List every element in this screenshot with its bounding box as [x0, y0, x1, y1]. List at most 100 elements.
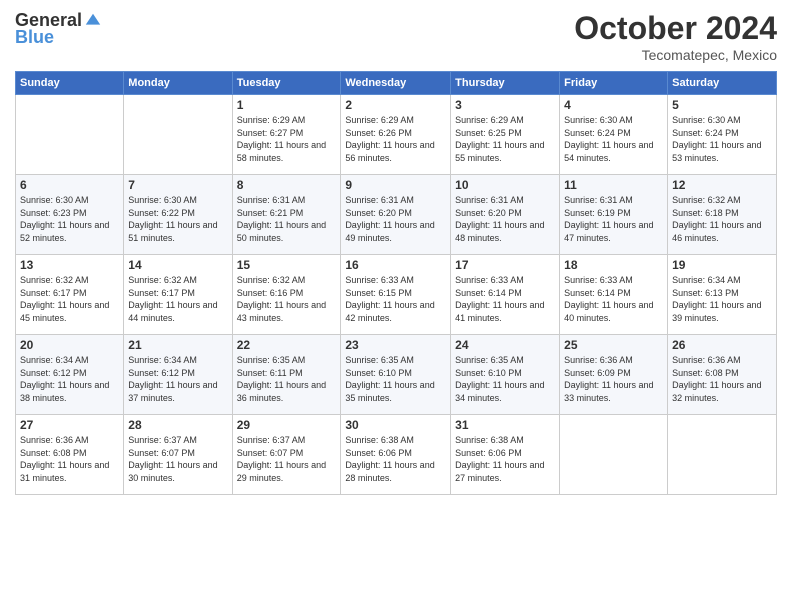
day-info: Sunrise: 6:38 AM Sunset: 6:06 PM Dayligh…: [345, 434, 446, 484]
page: General Blue October 2024 Tecomatepec, M…: [0, 0, 792, 612]
day-number: 23: [345, 338, 446, 352]
weekday-header-wednesday: Wednesday: [341, 72, 451, 95]
calendar-cell: 31 Sunrise: 6:38 AM Sunset: 6:06 PM Dayli…: [451, 415, 560, 495]
calendar-cell: 4 Sunrise: 6:30 AM Sunset: 6:24 PM Daylig…: [560, 95, 668, 175]
calendar-cell: 17 Sunrise: 6:33 AM Sunset: 6:14 PM Dayli…: [451, 255, 560, 335]
day-info: Sunrise: 6:32 AM Sunset: 6:17 PM Dayligh…: [20, 274, 119, 324]
weekday-header-tuesday: Tuesday: [232, 72, 341, 95]
day-number: 14: [128, 258, 227, 272]
calendar-cell: 5 Sunrise: 6:30 AM Sunset: 6:24 PM Daylig…: [668, 95, 777, 175]
calendar-cell: 7Sunrise: 6:30 AM Sunset: 6:22 PM Daylig…: [124, 175, 232, 255]
day-number: 27: [20, 418, 119, 432]
weekday-header-row: SundayMondayTuesdayWednesdayThursdayFrid…: [16, 72, 777, 95]
calendar-cell: 16Sunrise: 6:33 AM Sunset: 6:15 PM Dayli…: [341, 255, 451, 335]
title-area: October 2024 Tecomatepec, Mexico: [574, 10, 777, 63]
month-title: October 2024: [574, 10, 777, 47]
day-info: Sunrise: 6:32 AM Sunset: 6:17 PM Dayligh…: [128, 274, 227, 324]
calendar-cell: 18 Sunrise: 6:33 AM Sunset: 6:14 PM Dayli…: [560, 255, 668, 335]
day-number: 3: [455, 98, 555, 112]
day-number: 12: [672, 178, 772, 192]
day-number: 2: [345, 98, 446, 112]
day-info: Sunrise: 6:35 AM Sunset: 6:11 PM Dayligh…: [237, 354, 337, 404]
day-number: 28: [128, 418, 227, 432]
calendar-cell: 2 Sunrise: 6:29 AM Sunset: 6:26 PM Daylig…: [341, 95, 451, 175]
day-info: Sunrise: 6:31 AM Sunset: 6:20 PM Dayligh…: [455, 194, 555, 244]
day-info: Sunrise: 6:38 AM Sunset: 6:06 PM Dayligh…: [455, 434, 555, 484]
day-info: Sunrise: 6:36 AM Sunset: 6:09 PM Dayligh…: [564, 354, 663, 404]
day-info: Sunrise: 6:32 AM Sunset: 6:18 PM Dayligh…: [672, 194, 772, 244]
calendar-cell: [560, 415, 668, 495]
day-info: Sunrise: 6:30 AM Sunset: 6:22 PM Dayligh…: [128, 194, 227, 244]
calendar-cell: 23 Sunrise: 6:35 AM Sunset: 6:10 PM Dayli…: [341, 335, 451, 415]
day-number: 22: [237, 338, 337, 352]
day-number: 10: [455, 178, 555, 192]
day-number: 17: [455, 258, 555, 272]
calendar-cell: 9 Sunrise: 6:31 AM Sunset: 6:20 PM Daylig…: [341, 175, 451, 255]
day-number: 13: [20, 258, 119, 272]
calendar-cell: 14 Sunrise: 6:32 AM Sunset: 6:17 PM Dayli…: [124, 255, 232, 335]
day-number: 25: [564, 338, 663, 352]
calendar-cell: 28 Sunrise: 6:37 AM Sunset: 6:07 PM Dayli…: [124, 415, 232, 495]
day-number: 11: [564, 178, 663, 192]
calendar-week-row: 13 Sunrise: 6:32 AM Sunset: 6:17 PM Dayli…: [16, 255, 777, 335]
day-info: Sunrise: 6:33 AM Sunset: 6:14 PM Dayligh…: [564, 274, 663, 324]
day-number: 29: [237, 418, 337, 432]
calendar-cell: 11Sunrise: 6:31 AM Sunset: 6:19 PM Dayli…: [560, 175, 668, 255]
calendar-cell: 26 Sunrise: 6:36 AM Sunset: 6:08 PM Dayli…: [668, 335, 777, 415]
logo-area: General Blue: [15, 10, 102, 48]
day-info: Sunrise: 6:30 AM Sunset: 6:24 PM Dayligh…: [564, 114, 663, 164]
calendar-cell: 24 Sunrise: 6:35 AM Sunset: 6:10 PM Dayli…: [451, 335, 560, 415]
day-info: Sunrise: 6:34 AM Sunset: 6:12 PM Dayligh…: [20, 354, 119, 404]
day-number: 9: [345, 178, 446, 192]
weekday-header-thursday: Thursday: [451, 72, 560, 95]
calendar-cell: 8Sunrise: 6:31 AM Sunset: 6:21 PM Daylig…: [232, 175, 341, 255]
logo-icon: [84, 12, 102, 30]
day-info: Sunrise: 6:32 AM Sunset: 6:16 PM Dayligh…: [237, 274, 337, 324]
day-info: Sunrise: 6:33 AM Sunset: 6:14 PM Dayligh…: [455, 274, 555, 324]
calendar-week-row: 20Sunrise: 6:34 AM Sunset: 6:12 PM Dayli…: [16, 335, 777, 415]
day-info: Sunrise: 6:35 AM Sunset: 6:10 PM Dayligh…: [455, 354, 555, 404]
day-number: 18: [564, 258, 663, 272]
day-number: 4: [564, 98, 663, 112]
day-info: Sunrise: 6:29 AM Sunset: 6:26 PM Dayligh…: [345, 114, 446, 164]
calendar-cell: 12 Sunrise: 6:32 AM Sunset: 6:18 PM Dayli…: [668, 175, 777, 255]
weekday-header-saturday: Saturday: [668, 72, 777, 95]
calendar-cell: 3 Sunrise: 6:29 AM Sunset: 6:25 PM Daylig…: [451, 95, 560, 175]
day-number: 24: [455, 338, 555, 352]
calendar-week-row: 1 Sunrise: 6:29 AM Sunset: 6:27 PM Daylig…: [16, 95, 777, 175]
calendar-cell: 27Sunrise: 6:36 AM Sunset: 6:08 PM Dayli…: [16, 415, 124, 495]
day-number: 30: [345, 418, 446, 432]
calendar-cell: 21 Sunrise: 6:34 AM Sunset: 6:12 PM Dayli…: [124, 335, 232, 415]
day-number: 31: [455, 418, 555, 432]
calendar-cell: 10 Sunrise: 6:31 AM Sunset: 6:20 PM Dayli…: [451, 175, 560, 255]
calendar-cell: [668, 415, 777, 495]
day-number: 8: [237, 178, 337, 192]
calendar-table: SundayMondayTuesdayWednesdayThursdayFrid…: [15, 71, 777, 495]
calendar-cell: 20Sunrise: 6:34 AM Sunset: 6:12 PM Dayli…: [16, 335, 124, 415]
day-number: 26: [672, 338, 772, 352]
calendar-week-row: 6 Sunrise: 6:30 AM Sunset: 6:23 PM Daylig…: [16, 175, 777, 255]
calendar-cell: [124, 95, 232, 175]
day-number: 15: [237, 258, 337, 272]
day-info: Sunrise: 6:31 AM Sunset: 6:20 PM Dayligh…: [345, 194, 446, 244]
calendar-week-row: 27Sunrise: 6:36 AM Sunset: 6:08 PM Dayli…: [16, 415, 777, 495]
day-info: Sunrise: 6:29 AM Sunset: 6:25 PM Dayligh…: [455, 114, 555, 164]
calendar-cell: 13 Sunrise: 6:32 AM Sunset: 6:17 PM Dayli…: [16, 255, 124, 335]
day-info: Sunrise: 6:36 AM Sunset: 6:08 PM Dayligh…: [672, 354, 772, 404]
day-number: 6: [20, 178, 119, 192]
day-info: Sunrise: 6:30 AM Sunset: 6:23 PM Dayligh…: [20, 194, 119, 244]
calendar-cell: 29Sunrise: 6:37 AM Sunset: 6:07 PM Dayli…: [232, 415, 341, 495]
day-number: 21: [128, 338, 227, 352]
weekday-header-monday: Monday: [124, 72, 232, 95]
day-number: 5: [672, 98, 772, 112]
calendar-cell: 19 Sunrise: 6:34 AM Sunset: 6:13 PM Dayli…: [668, 255, 777, 335]
day-info: Sunrise: 6:35 AM Sunset: 6:10 PM Dayligh…: [345, 354, 446, 404]
day-number: 19: [672, 258, 772, 272]
day-info: Sunrise: 6:34 AM Sunset: 6:12 PM Dayligh…: [128, 354, 227, 404]
day-info: Sunrise: 6:37 AM Sunset: 6:07 PM Dayligh…: [128, 434, 227, 484]
day-info: Sunrise: 6:34 AM Sunset: 6:13 PM Dayligh…: [672, 274, 772, 324]
day-info: Sunrise: 6:29 AM Sunset: 6:27 PM Dayligh…: [237, 114, 337, 164]
weekday-header-sunday: Sunday: [16, 72, 124, 95]
day-number: 1: [237, 98, 337, 112]
day-info: Sunrise: 6:30 AM Sunset: 6:24 PM Dayligh…: [672, 114, 772, 164]
